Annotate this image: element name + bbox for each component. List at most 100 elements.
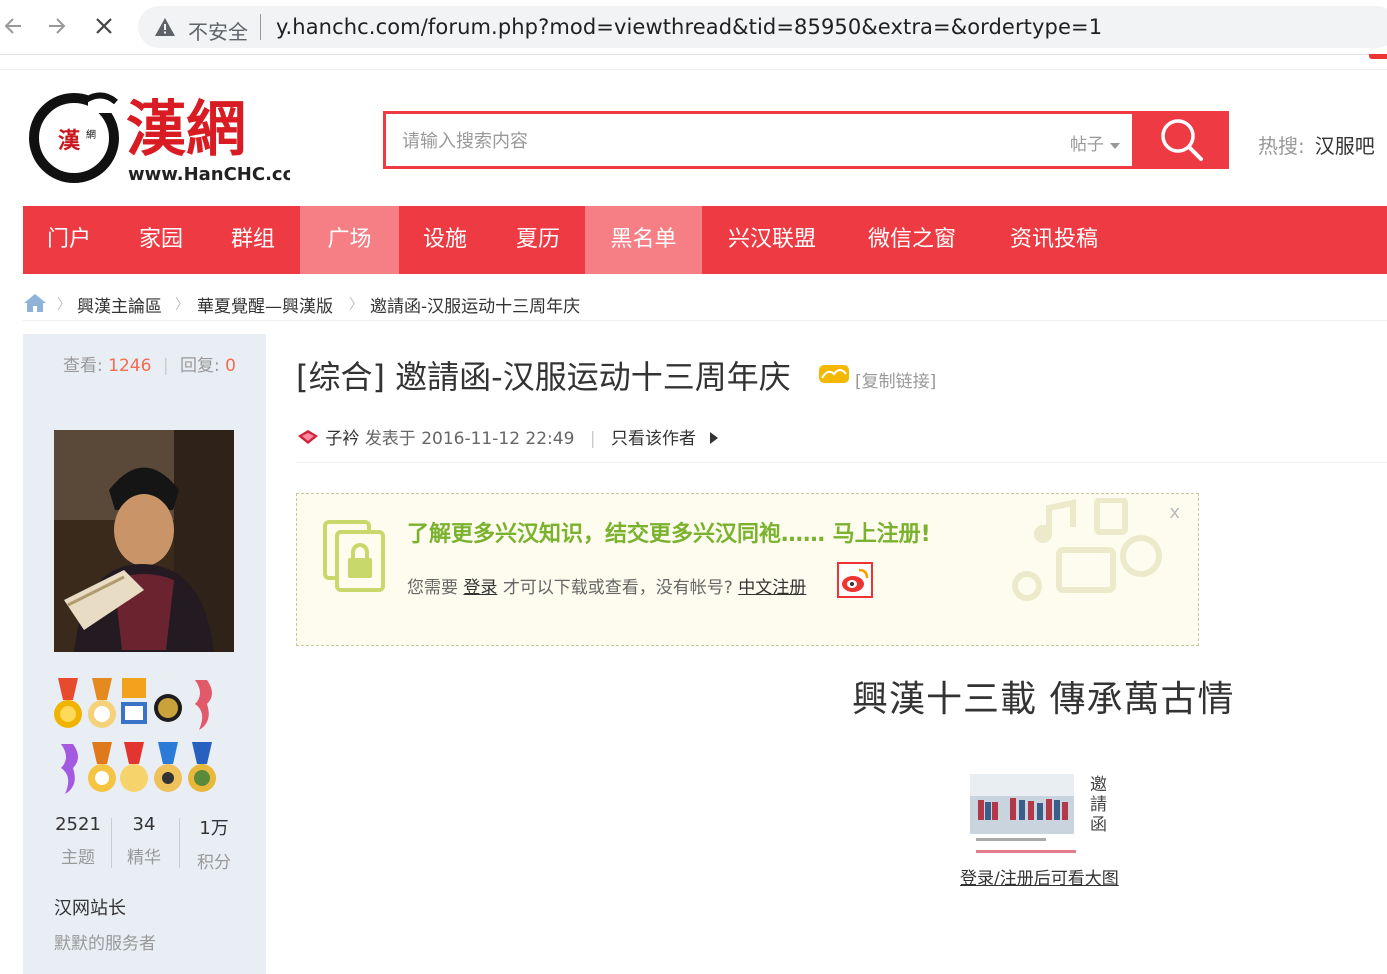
- logo-text-cn: 漢網: [126, 95, 246, 165]
- medal-icon[interactable]: [187, 742, 217, 798]
- post-author[interactable]: 子衿: [325, 429, 359, 449]
- breadcrumb-separator: 〉: [57, 297, 71, 313]
- thumb-caption-2: 請: [1090, 795, 1107, 815]
- svg-text:漢: 漢: [58, 128, 81, 154]
- search-input[interactable]: [400, 126, 1024, 156]
- search-icon: [1161, 119, 1203, 161]
- post-meta: 子衿 发表于 2016-11-12 22:49 | 只看该作者: [296, 424, 719, 449]
- nav-item-submit-news[interactable]: 资讯投稿: [982, 206, 1126, 274]
- caret-down-icon: [1110, 143, 1121, 149]
- search-box: 帖子: [383, 111, 1135, 169]
- nav-item-calendar[interactable]: 夏历: [491, 206, 585, 274]
- stop-loading-icon[interactable]: [90, 10, 118, 42]
- breadcrumb-thread[interactable]: 邀請函-汉服运动十三周年庆: [370, 292, 580, 317]
- nav-item-facilities[interactable]: 设施: [399, 206, 491, 274]
- medal-icon[interactable]: [119, 678, 149, 734]
- nav-item-portal[interactable]: 门户: [23, 206, 115, 274]
- login-notice: 了解更多兴汉知识，结交更多兴汉同袍…… 马上注册! 您需要 登录 才可以下载或查…: [296, 493, 1199, 646]
- medal-icon[interactable]: [87, 742, 117, 798]
- hot-search-keyword[interactable]: 汉服吧: [1315, 134, 1375, 158]
- stats-divider: |: [162, 356, 169, 376]
- register-link[interactable]: 中文注册: [738, 578, 806, 598]
- medal-icon[interactable]: [87, 678, 117, 734]
- post-heading: 興漢十三載 傳承萬古情: [852, 679, 1235, 720]
- copy-link[interactable]: [复制链接]: [855, 367, 936, 392]
- nav-item-wechat[interactable]: 微信之窗: [842, 206, 982, 274]
- breadcrumb-separator: 〉: [349, 297, 363, 313]
- thread-title: [综合] 邀請函-汉服运动十三周年庆: [296, 358, 791, 396]
- thumb-caption-3: 函: [1090, 815, 1107, 835]
- notice-text-1: 您需要: [407, 578, 458, 598]
- thumb-caption-1: 邀: [1090, 775, 1107, 795]
- forward-icon[interactable]: [42, 10, 70, 42]
- only-author-link[interactable]: 只看该作者: [611, 429, 696, 449]
- author-sidebar: 查看: 1246 | 回复: 0 2521 主题 34 精华 1万 积分 汉网站…: [23, 334, 266, 974]
- nav-item-blacklist[interactable]: 黑名单: [585, 206, 702, 274]
- replies-count: 0: [225, 356, 236, 376]
- site-logo[interactable]: 漢 網 漢網 www.HanCHC.com: [28, 88, 314, 188]
- stat-value: 1万: [199, 818, 229, 839]
- search-type-label: 帖子: [1070, 135, 1104, 155]
- address-bar[interactable]: 不安全 y.hanchc.com/forum.php?mod=viewthrea…: [138, 6, 1387, 48]
- notice-text-2: 才可以下载或查看，没有帐号?: [502, 578, 733, 598]
- stat-value: 2521: [55, 814, 101, 835]
- meta-divider: |: [589, 429, 596, 449]
- top-divider: [0, 69, 1387, 70]
- medal-icon[interactable]: [153, 678, 183, 734]
- user-group-icon: [296, 429, 325, 449]
- search-bar: 帖子: [383, 111, 1229, 169]
- stat-threads[interactable]: 2521 主题: [43, 814, 113, 868]
- medal-icon[interactable]: [53, 742, 83, 798]
- address-separator: [260, 14, 261, 40]
- post-divider: [296, 462, 1387, 463]
- back-icon[interactable]: [0, 10, 28, 42]
- nav-item-alliance[interactable]: 兴汉联盟: [702, 206, 842, 274]
- stat-points[interactable]: 1万 积分: [179, 814, 249, 873]
- medal-icon[interactable]: [53, 678, 83, 734]
- post-time: 发表于 2016-11-12 22:49: [364, 429, 575, 449]
- search-type-dropdown[interactable]: 帖子: [1070, 130, 1121, 155]
- login-to-view-image-link[interactable]: 登录/注册后可看大图: [960, 864, 1119, 889]
- login-link[interactable]: 登录: [463, 578, 497, 598]
- home-icon[interactable]: [23, 292, 47, 319]
- avatar[interactable]: [54, 430, 234, 652]
- decorative-media-icons: [1012, 498, 1162, 601]
- url-text[interactable]: y.hanchc.com/forum.php?mod=viewthread&ti…: [276, 15, 1102, 39]
- views-count: 1246: [108, 356, 152, 376]
- logo-text-en: www.HanCHC.com: [128, 164, 290, 185]
- breadcrumb: 〉 興漢主論區 〉 華夏覺醒—興漢版 〉 邀請函-汉服运动十三周年庆: [23, 286, 1387, 321]
- weibo-login-icon[interactable]: [837, 562, 873, 602]
- hot-search-label: 热搜:: [1258, 134, 1305, 158]
- insecure-label: 不安全: [188, 20, 248, 44]
- svg-text:網: 網: [86, 128, 96, 141]
- nav-item-square[interactable]: 广场: [300, 206, 399, 274]
- replies-label: 回复:: [179, 356, 220, 376]
- invitation-thumbnail[interactable]: 邀 請 函: [966, 770, 1116, 862]
- breadcrumb-forum[interactable]: 興漢主論區: [77, 292, 162, 317]
- search-button[interactable]: [1135, 111, 1229, 169]
- notice-headline: 了解更多兴汉知识，结交更多兴汉同袍…… 马上注册!: [407, 522, 931, 547]
- views-label: 查看:: [63, 356, 103, 376]
- browser-toolbar: 不安全 y.hanchc.com/forum.php?mod=viewthrea…: [0, 0, 1387, 55]
- warning-icon: [154, 17, 176, 41]
- nav-item-home[interactable]: 家园: [115, 206, 207, 274]
- locked-document-icon: [323, 520, 385, 592]
- hot-thread-icon: [818, 362, 850, 390]
- breadcrumb-board[interactable]: 華夏覺醒—興漢版: [197, 292, 333, 317]
- medal-icon[interactable]: [187, 678, 217, 734]
- breadcrumb-separator: 〉: [175, 297, 189, 313]
- nav-item-groups[interactable]: 群组: [207, 206, 299, 274]
- user-rank: 汉网站长: [54, 898, 126, 919]
- main-nav: 门户 家园 群组 广场 设施 夏历 黑名单 兴汉联盟 微信之窗 资讯投稿: [23, 206, 1387, 274]
- stat-digest[interactable]: 34 精华: [109, 814, 179, 868]
- medal-icon[interactable]: [119, 742, 149, 798]
- stat-value: 34: [132, 814, 156, 835]
- corner-indicator: [1369, 54, 1387, 59]
- stat-label: 精华: [127, 848, 161, 868]
- medal-icon[interactable]: [153, 742, 183, 798]
- triangle-right-icon: [710, 432, 719, 444]
- stat-label: 积分: [197, 853, 231, 873]
- stat-label: 主题: [61, 848, 95, 868]
- notice-text: 您需要 登录 才可以下载或查看，没有帐号? 中文注册: [407, 573, 806, 598]
- hot-search: 热搜: 汉服吧: [1258, 130, 1375, 159]
